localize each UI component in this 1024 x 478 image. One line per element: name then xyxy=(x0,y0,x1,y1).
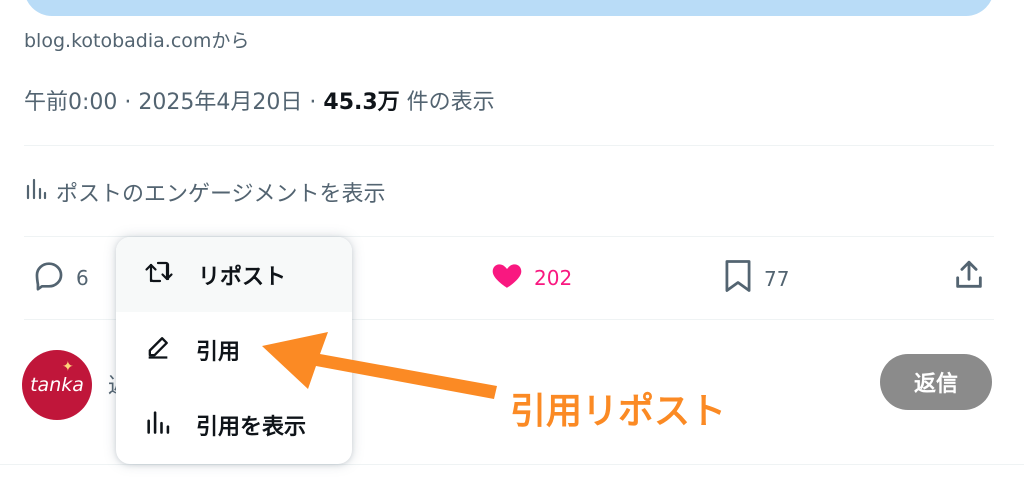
annotation-label: 引用リポスト xyxy=(510,391,727,432)
tweet-detail: blog.kotobadia.comから 午前0:00 · 2025年4月20日… xyxy=(0,0,1024,478)
